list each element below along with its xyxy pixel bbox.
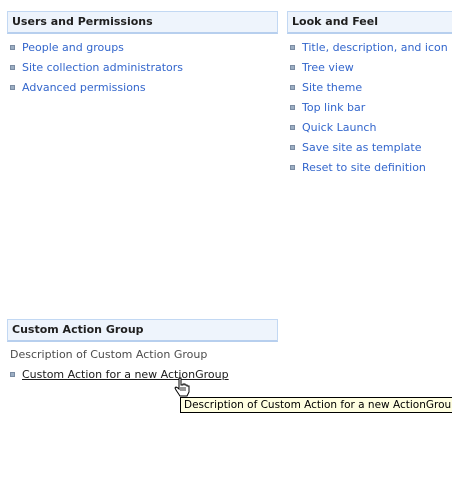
list-item: People and groups xyxy=(7,38,183,58)
list-item: Site collection administrators xyxy=(7,58,183,78)
list-item: Custom Action for a new ActionGroup xyxy=(7,365,229,385)
people-and-groups-link[interactable]: People and groups xyxy=(22,41,124,54)
top-link-bar-link[interactable]: Top link bar xyxy=(302,101,365,114)
title-description-icon-link[interactable]: Title, description, and icon xyxy=(302,41,448,54)
tooltip: Description of Custom Action for a new A… xyxy=(180,397,452,413)
square-bullet-icon xyxy=(10,85,15,90)
square-bullet-icon xyxy=(290,125,295,130)
square-bullet-icon xyxy=(10,372,15,377)
quick-launch-link[interactable]: Quick Launch xyxy=(302,121,376,134)
square-bullet-icon xyxy=(290,85,295,90)
list-item: Title, description, and icon xyxy=(287,38,448,58)
square-bullet-icon xyxy=(290,65,295,70)
look-and-feel-header: Look and Feel xyxy=(287,11,452,34)
advanced-permissions-link[interactable]: Advanced permissions xyxy=(22,81,146,94)
list-item: Top link bar xyxy=(287,98,448,118)
list-item: Reset to site definition xyxy=(287,158,448,178)
square-bullet-icon xyxy=(290,45,295,50)
square-bullet-icon xyxy=(290,165,295,170)
custom-action-group-header: Custom Action Group xyxy=(7,319,278,342)
square-bullet-icon xyxy=(10,65,15,70)
custom-action-group-links: Custom Action for a new ActionGroup xyxy=(7,365,229,385)
look-and-feel-links: Title, description, and icon Tree view S… xyxy=(287,38,448,178)
list-item: Advanced permissions xyxy=(7,78,183,98)
save-site-as-template-link[interactable]: Save site as template xyxy=(302,141,422,154)
list-item: Quick Launch xyxy=(287,118,448,138)
list-item: Site theme xyxy=(287,78,448,98)
custom-action-group-description: Description of Custom Action Group xyxy=(10,348,208,361)
list-item: Save site as template xyxy=(287,138,448,158)
reset-to-site-definition-link[interactable]: Reset to site definition xyxy=(302,161,426,174)
list-item: Tree view xyxy=(287,58,448,78)
users-permissions-header: Users and Permissions xyxy=(7,11,278,34)
tree-view-link[interactable]: Tree view xyxy=(302,61,354,74)
hand-pointer-icon xyxy=(174,377,190,397)
square-bullet-icon xyxy=(290,145,295,150)
square-bullet-icon xyxy=(10,45,15,50)
site-collection-administrators-link[interactable]: Site collection administrators xyxy=(22,61,183,74)
custom-action-link[interactable]: Custom Action for a new ActionGroup xyxy=(22,368,229,381)
users-permissions-links: People and groups Site collection admini… xyxy=(7,38,183,98)
site-theme-link[interactable]: Site theme xyxy=(302,81,362,94)
square-bullet-icon xyxy=(290,105,295,110)
